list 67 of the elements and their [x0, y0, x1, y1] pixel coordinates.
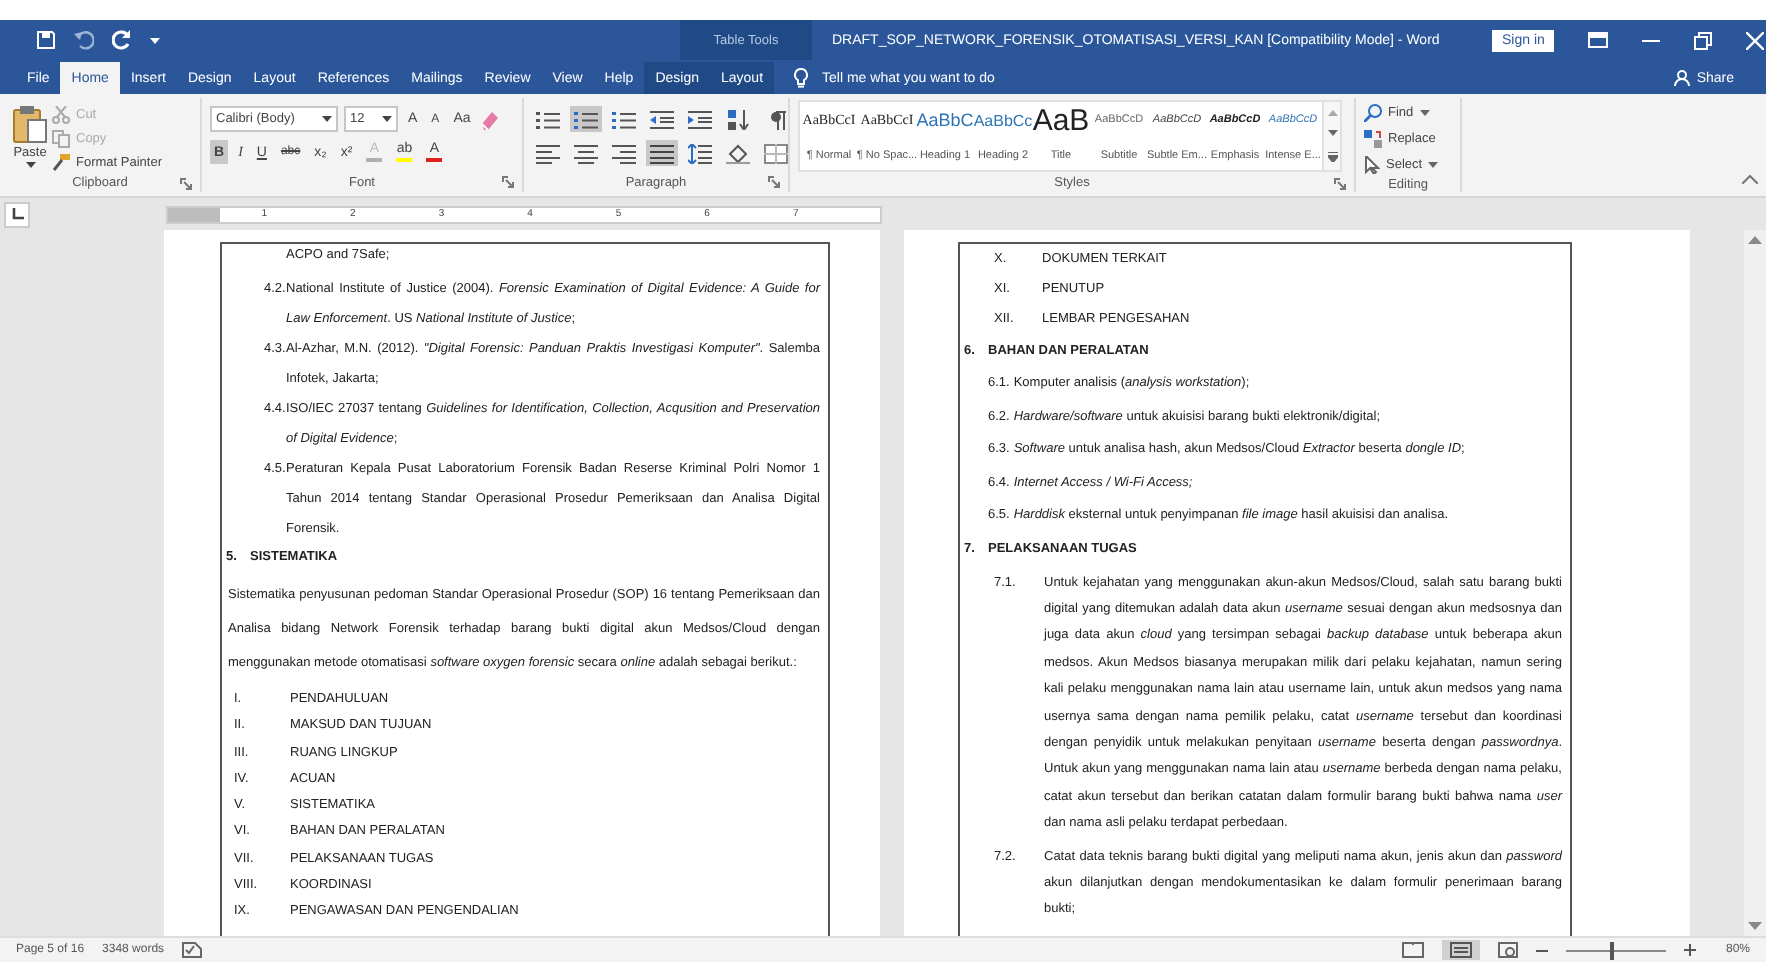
sort-button[interactable] — [722, 106, 754, 132]
search-icon — [1364, 104, 1382, 122]
align-right-button[interactable] — [608, 140, 640, 166]
outdent-icon — [650, 109, 674, 129]
ruler-margin — [168, 207, 220, 221]
alignment-icon — [650, 143, 674, 163]
dialog-launcher-icon[interactable] — [502, 176, 514, 188]
caret-icon — [1419, 110, 1430, 116]
print-layout-button[interactable] — [1441, 940, 1480, 960]
dialog-launcher-icon[interactable] — [768, 176, 780, 188]
restore-icon[interactable] — [1694, 31, 1713, 49]
caret-icon — [382, 116, 392, 122]
scissors-icon — [52, 106, 70, 124]
clipboard-icon — [12, 104, 48, 144]
redo-icon[interactable] — [112, 30, 132, 50]
tab-stop-icon — [11, 208, 23, 220]
caret-icon — [25, 162, 35, 168]
person-icon — [1674, 70, 1691, 86]
dialog-launcher-icon[interactable] — [1334, 177, 1346, 189]
line-spacing-button[interactable] — [684, 140, 716, 166]
align-left-button[interactable] — [532, 140, 564, 166]
shading-button[interactable] — [722, 140, 754, 166]
lightbulb-icon — [794, 68, 809, 88]
minimize-icon[interactable] — [1642, 39, 1661, 41]
dropdown-icon[interactable] — [150, 36, 160, 44]
zoom-in-icon[interactable] — [1683, 944, 1696, 956]
align-justify-button[interactable] — [646, 140, 678, 166]
borders-button[interactable] — [760, 140, 792, 166]
caret-icon — [322, 116, 332, 122]
multilevel-button[interactable] — [608, 106, 640, 132]
web-layout-icon[interactable] — [1497, 942, 1518, 958]
shading-icon — [726, 143, 750, 163]
brush-icon — [52, 154, 70, 172]
numbering-icon — [574, 109, 598, 129]
collapse-ribbon-icon[interactable] — [1742, 174, 1758, 184]
caret-icon — [1428, 162, 1439, 168]
spacing-icon — [688, 143, 712, 163]
outdent-button[interactable] — [646, 106, 678, 132]
copy-icon — [52, 130, 70, 148]
alignment-icon — [574, 143, 598, 163]
ribbon-display-icon[interactable] — [1588, 32, 1609, 48]
undo-icon[interactable] — [74, 30, 94, 50]
multilevel-icon — [612, 109, 636, 129]
scroll-up-icon[interactable] — [1748, 236, 1762, 244]
vertical-scrollbar[interactable] — [1744, 230, 1766, 936]
close-icon[interactable] — [1746, 31, 1765, 49]
alignment-icon — [536, 143, 560, 163]
dialog-launcher-icon[interactable] — [180, 177, 192, 189]
scroll-down-icon[interactable] — [1748, 922, 1762, 930]
borders-icon — [764, 143, 788, 163]
bullets-icon — [536, 109, 560, 129]
proofing-icon[interactable] — [182, 942, 203, 958]
more-icon[interactable] — [1327, 152, 1337, 163]
numbering-button[interactable] — [570, 106, 602, 132]
read-mode-icon[interactable] — [1401, 942, 1424, 958]
page-icon — [1449, 942, 1472, 958]
align-center-button[interactable] — [570, 140, 602, 166]
save-icon[interactable] — [36, 30, 56, 50]
cursor-icon — [1364, 156, 1380, 174]
indent-button[interactable] — [684, 106, 716, 132]
scroll-down-icon[interactable] — [1327, 130, 1337, 137]
alignment-icon — [612, 143, 636, 163]
bullets-button[interactable] — [532, 106, 564, 132]
indent-icon — [688, 109, 712, 129]
tab-selector-button[interactable] — [4, 201, 30, 227]
sort-icon — [726, 109, 750, 129]
replace-icon — [1364, 130, 1382, 148]
